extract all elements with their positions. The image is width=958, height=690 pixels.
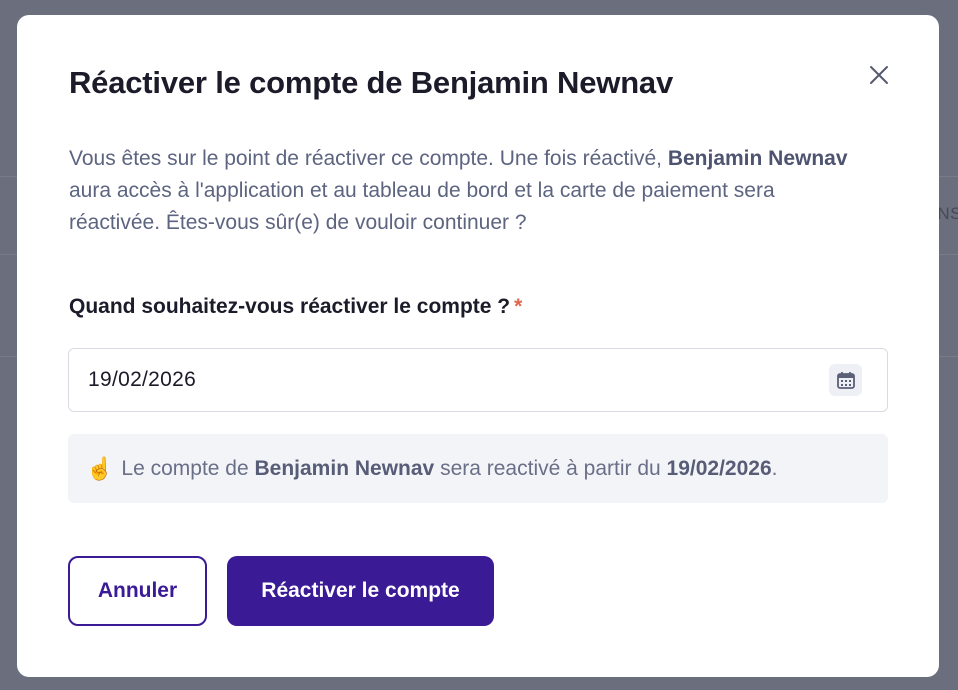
calendar-icon [836, 372, 855, 389]
cancel-button[interactable]: Annuler [68, 556, 207, 626]
modal-title: Réactiver le compte de Benjamin Newnav [69, 65, 674, 100]
close-button[interactable] [865, 61, 893, 89]
date-question-label: Quand souhaitez-vous réactiver le compte… [69, 295, 523, 318]
date-value: 19/02/2026 [88, 368, 197, 391]
info-banner: ☝️ Le compte de Benjamin Newnav sera rea… [68, 434, 888, 503]
close-icon [870, 66, 888, 84]
modal-description: Vous êtes sur le point de réactiver ce c… [69, 147, 848, 234]
info-text: Le compte de Benjamin Newnav sera reacti… [121, 456, 778, 480]
reactivate-account-button[interactable]: Réactiver le compte [227, 556, 494, 626]
calendar-button[interactable] [829, 364, 862, 396]
pointing-hand-icon: ☝️ [86, 455, 114, 481]
reactivate-account-modal: Réactiver le compte de Benjamin Newnav V… [17, 15, 939, 677]
user-name: Benjamin Newnav [667, 147, 848, 170]
reactivation-date-input[interactable]: 19/02/2026 [68, 348, 888, 412]
background-text-fragment: NS [937, 204, 958, 223]
required-marker: * [514, 295, 523, 318]
